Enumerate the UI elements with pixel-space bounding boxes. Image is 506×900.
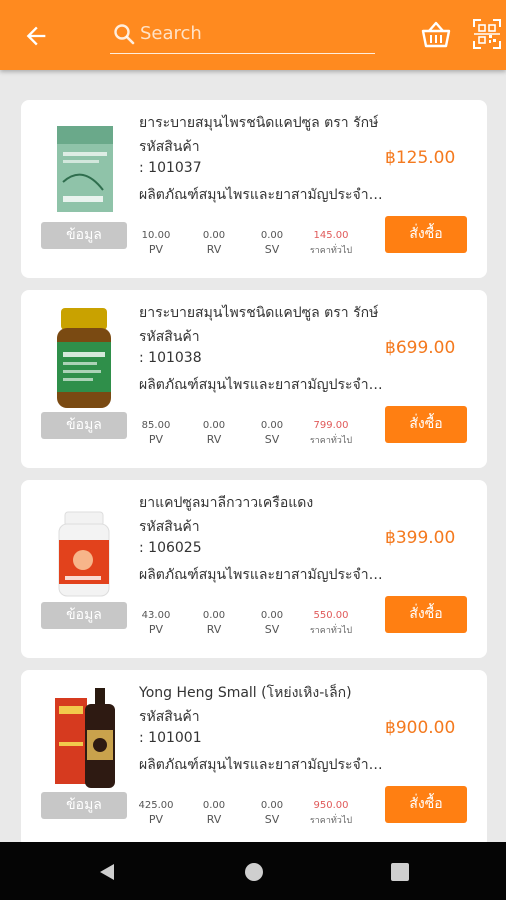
rv-label: RV [206,433,222,446]
retail-price-value: 145.00 [313,230,349,241]
rv-metric: 0.00 RV [184,230,244,256]
retail-price-label: ราคาทั่วไป [309,816,353,826]
pv-label: PV [148,813,164,826]
pv-value: 43.00 [141,610,171,621]
search-bar[interactable]: Search [110,18,375,54]
pv-metric: 425.00 PV [126,800,186,826]
product-price: ฿399.00 [385,528,456,548]
sv-label: SV [264,433,280,446]
rv-value: 0.00 [202,230,226,241]
nav-back-icon[interactable] [96,861,118,883]
product-image-red-bottle [58,511,110,597]
sv-label: SV [264,623,280,636]
product-card[interactable]: ข้อมูล ยาระบายสมุนไพรชนิดแคปซูล ตรา รักษ… [21,100,487,278]
pv-label: PV [148,623,164,636]
product-description: ผลิตภัณฑ์สมุนไพรและยาสามัญประจำบ้าน [139,567,384,583]
pv-label: PV [148,433,164,446]
pv-metric: 10.00 PV [126,230,186,256]
pv-value: 10.00 [141,230,171,241]
rv-value: 0.00 [202,800,226,811]
pv-metric: 85.00 PV [126,420,186,446]
back-arrow-icon[interactable] [22,22,50,50]
pv-label: PV [148,243,164,256]
pv-value: 85.00 [141,420,171,431]
sv-value: 0.00 [260,610,284,621]
nav-recents-icon[interactable] [389,861,411,883]
product-code-label: รหัสสินค้า [139,329,200,345]
nav-home-icon[interactable] [243,861,265,883]
rv-metric: 0.00 RV [184,800,244,826]
rv-value: 0.00 [202,420,226,431]
retail-price-metric: 799.00 ราคาทั่วไป [301,420,361,447]
info-button[interactable]: ข้อมูล [41,602,127,629]
sv-value: 0.00 [260,800,284,811]
qr-scan-icon[interactable] [472,18,502,50]
order-button[interactable]: สั่งซื้อ [385,786,467,823]
sv-metric: 0.00 SV [242,420,302,446]
product-card[interactable]: ข้อมูล ยาระบายสมุนไพรชนิดแคปซูล ตรา รักษ… [21,290,487,468]
pv-metric: 43.00 PV [126,610,186,636]
sv-metric: 0.00 SV [242,610,302,636]
retail-price-value: 950.00 [313,800,349,811]
sv-label: SV [264,243,280,256]
rv-metric: 0.00 RV [184,420,244,446]
system-nav-bar [0,842,506,900]
product-image-tonic-bottle [55,688,115,788]
product-title: ยาระบายสมุนไพรชนิดแคปซูล ตรา รักษ์ [139,115,379,131]
search-input[interactable]: Search [140,23,202,44]
search-icon [114,24,135,45]
app-bar: Search [0,0,506,70]
product-code: : 101037 [139,160,202,176]
retail-price-value: 799.00 [313,420,349,431]
info-button[interactable]: ข้อมูล [41,222,127,249]
product-description: ผลิตภัณฑ์สมุนไพรและยาสามัญประจำบ้าน [139,757,384,773]
rv-label: RV [206,623,222,636]
product-title: Yong Heng Small (โหย่งเหิง-เล็ก) [139,685,352,701]
product-description: ผลิตภัณฑ์สมุนไพรและยาสามัญประจำบ้าน [139,377,384,393]
retail-price-metric: 145.00 ราคาทั่วไป [301,230,361,257]
product-image-green-bottle [57,308,111,408]
product-price: ฿699.00 [385,338,456,358]
retail-price-label: ราคาทั่วไป [309,246,353,256]
product-price: ฿900.00 [385,718,456,738]
product-card[interactable]: ข้อมูล ยาแคปซูลมาลีกวาวเครือแดง รหัสสินค… [21,480,487,658]
product-card[interactable]: ข้อมูล Yong Heng Small (โหย่งเหิง-เล็ก) … [21,670,487,842]
info-button[interactable]: ข้อมูล [41,792,127,819]
product-image-herbal-box [57,126,113,212]
product-title: ยาแคปซูลมาลีกวาวเครือแดง [139,495,314,511]
rv-metric: 0.00 RV [184,610,244,636]
rv-value: 0.00 [202,610,226,621]
order-button[interactable]: สั่งซื้อ [385,596,467,633]
retail-price-metric: 550.00 ราคาทั่วไป [301,610,361,637]
product-code: : 101001 [139,730,202,746]
product-title: ยาระบายสมุนไพรชนิดแคปซูล ตรา รักษ์ [139,305,379,321]
sv-metric: 0.00 SV [242,800,302,826]
product-code-label: รหัสสินค้า [139,519,200,535]
retail-price-label: ราคาทั่วไป [309,626,353,636]
retail-price-value: 550.00 [313,610,349,621]
pv-value: 425.00 [138,800,174,811]
product-price: ฿125.00 [385,148,456,168]
order-button[interactable]: สั่งซื้อ [385,216,467,253]
basket-icon[interactable] [420,20,452,50]
product-description: ผลิตภัณฑ์สมุนไพรและยาสามัญประจำบ้าน [139,187,384,203]
product-list[interactable]: ข้อมูล ยาระบายสมุนไพรชนิดแคปซูล ตรา รักษ… [0,70,506,842]
info-button[interactable]: ข้อมูล [41,412,127,439]
sv-value: 0.00 [260,230,284,241]
sv-label: SV [264,813,280,826]
product-code: : 101038 [139,350,202,366]
retail-price-label: ราคาทั่วไป [309,436,353,446]
retail-price-metric: 950.00 ราคาทั่วไป [301,800,361,827]
product-code: : 106025 [139,540,202,556]
sv-metric: 0.00 SV [242,230,302,256]
rv-label: RV [206,243,222,256]
order-button[interactable]: สั่งซื้อ [385,406,467,443]
rv-label: RV [206,813,222,826]
product-code-label: รหัสสินค้า [139,709,200,725]
product-code-label: รหัสสินค้า [139,139,200,155]
sv-value: 0.00 [260,420,284,431]
